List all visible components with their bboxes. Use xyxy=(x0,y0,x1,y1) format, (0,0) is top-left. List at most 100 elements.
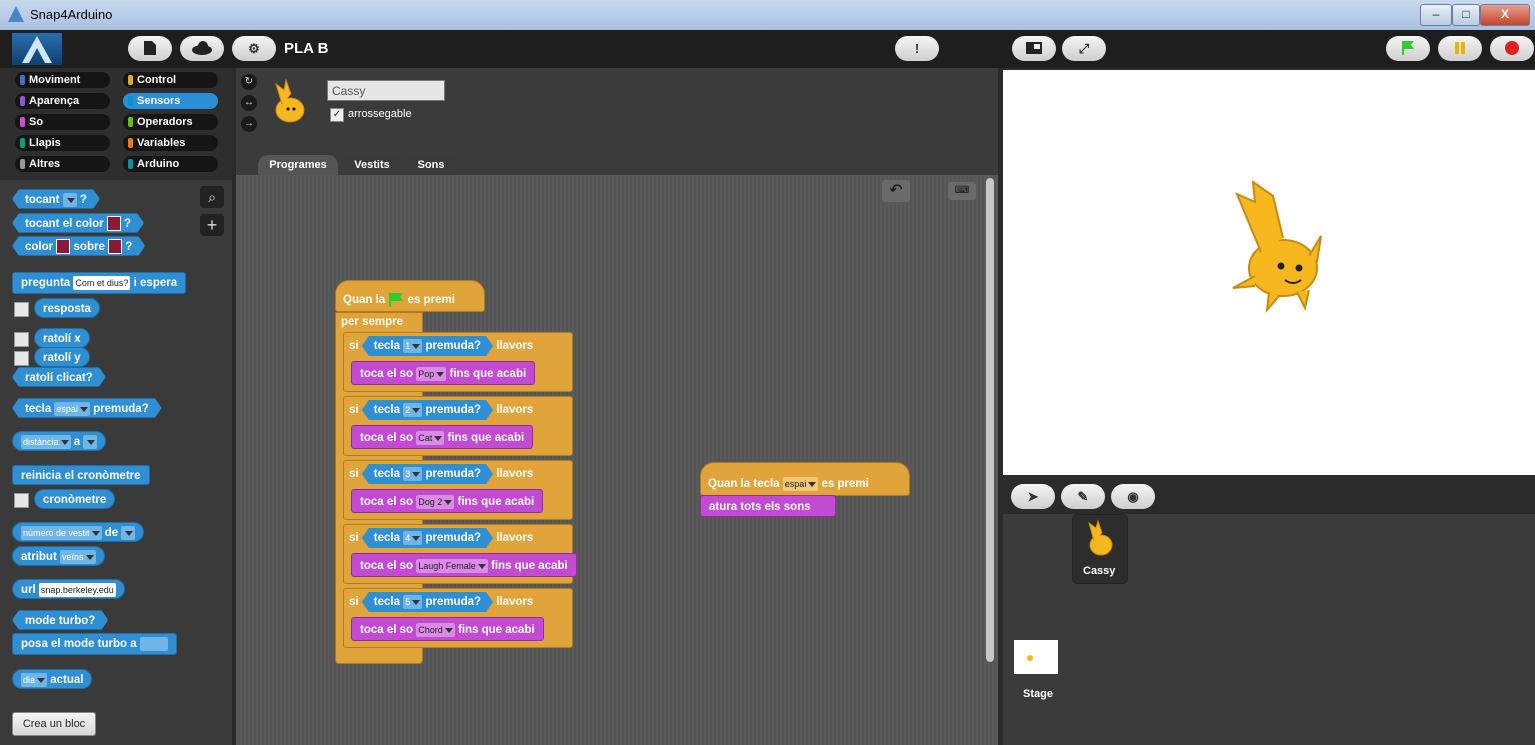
add-icon[interactable]: + xyxy=(200,214,224,236)
mouse-y-checkbox[interactable] xyxy=(14,351,29,366)
stage[interactable] xyxy=(1003,70,1535,475)
category-altres[interactable]: Altres xyxy=(15,156,110,172)
minimize-button[interactable]: – xyxy=(1420,4,1452,26)
category-llapis[interactable]: Llapis xyxy=(15,135,110,151)
presentation-mode-button[interactable]: ⤢ xyxy=(1062,36,1106,61)
key-pressed-predicate[interactable]: tecla 4 premuda? xyxy=(362,528,493,548)
target-dropdown[interactable] xyxy=(83,434,98,449)
play-sound-until-done-block[interactable]: toca el so Laugh Female fins que acabi xyxy=(351,553,577,577)
block-turbo-mode[interactable]: mode turbo? xyxy=(12,610,108,630)
key-pressed-predicate[interactable]: tecla 1 premuda? xyxy=(362,336,493,356)
add-turtle-sprite-button[interactable]: ➤ xyxy=(1011,484,1055,509)
key-dropdown[interactable]: 3 xyxy=(403,467,422,481)
block-set-turbo[interactable]: posa el mode turbo a xyxy=(12,633,177,655)
sound-dropdown[interactable]: Chord xyxy=(416,622,455,637)
color-slot[interactable] xyxy=(56,239,70,254)
block-timer[interactable]: cronòmetre xyxy=(34,489,116,509)
block-touching[interactable]: tocant ? xyxy=(12,189,100,209)
object-dropdown[interactable] xyxy=(121,525,136,540)
category-sensors[interactable]: Sensors xyxy=(123,93,218,109)
close-button[interactable]: X xyxy=(1480,4,1530,26)
block-touching-color[interactable]: tocant el color ? xyxy=(12,213,144,233)
block-ask-and-wait[interactable]: pregunta Com et dius? i espera xyxy=(12,272,187,294)
key-dropdown[interactable]: 2 xyxy=(403,403,422,417)
attribute-dropdown[interactable]: número de vestit xyxy=(21,525,102,540)
keyboard-icon[interactable]: ⌨ xyxy=(948,182,976,200)
block-reset-timer[interactable]: reinicia el cronòmetre xyxy=(12,465,150,485)
key-pressed-predicate[interactable]: tecla 3 premuda? xyxy=(362,464,493,484)
category-so[interactable]: So xyxy=(15,114,110,130)
rotate-left-right-icon[interactable]: ↔ xyxy=(241,95,257,111)
boolean-slot[interactable] xyxy=(139,636,168,651)
tab-vestits[interactable]: Vestits xyxy=(342,155,402,175)
block-mouse-x[interactable]: ratolí x xyxy=(34,328,90,348)
sound-dropdown[interactable]: Pop xyxy=(416,366,447,381)
sound-dropdown[interactable]: Laugh Female xyxy=(416,558,488,573)
play-sound-until-done-block[interactable]: toca el so Chord fins que acabi xyxy=(351,617,544,641)
key-dropdown[interactable]: espai xyxy=(54,402,90,416)
ask-input[interactable]: Com et dius? xyxy=(73,275,131,290)
block-url[interactable]: url snap.berkeley.edu xyxy=(12,579,125,599)
block-mouse-y[interactable]: ratolí y xyxy=(34,347,90,367)
block-answer[interactable]: resposta xyxy=(34,298,100,318)
green-flag-button[interactable] xyxy=(1386,36,1430,61)
block-costume-number-of[interactable]: número de vestit de xyxy=(12,522,145,542)
play-sound-until-done-block[interactable]: toca el so Dog 2 fins que acabi xyxy=(351,489,544,513)
category-moviment[interactable]: Moviment xyxy=(15,72,110,88)
maximize-button[interactable]: □ xyxy=(1452,4,1480,26)
play-sound-until-done-block[interactable]: toca el so Cat fins que acabi xyxy=(351,425,534,449)
category-operadors[interactable]: Operadors xyxy=(123,114,218,130)
hat-green-flag[interactable]: Quan la es premi xyxy=(335,280,485,312)
sound-dropdown[interactable]: Dog 2 xyxy=(416,494,455,509)
block-attribute[interactable]: atribut veïns xyxy=(12,546,105,566)
no-rotate-icon[interactable]: → xyxy=(241,116,257,132)
undo-icon[interactable]: ↶ xyxy=(882,180,910,202)
color-slot[interactable] xyxy=(108,239,122,254)
scrollbar[interactable] xyxy=(986,178,994,662)
settings-gear-icon[interactable]: ⚙ xyxy=(232,36,276,61)
timer-checkbox[interactable] xyxy=(14,493,29,508)
block-distance[interactable]: distància a xyxy=(12,431,107,451)
tab-sons[interactable]: Sons xyxy=(404,155,458,175)
play-sound-until-done-block[interactable]: toca el so Pop fins que acabi xyxy=(351,361,536,385)
sound-dropdown[interactable]: Cat xyxy=(416,430,445,445)
rotate-any-icon[interactable]: ↻ xyxy=(241,74,257,90)
dropdown-slot[interactable] xyxy=(63,193,77,207)
stop-all-sounds-block[interactable]: atura tots els sons xyxy=(700,495,836,517)
key-dropdown[interactable]: 1 xyxy=(403,339,422,353)
block-key-pressed[interactable]: tecla espai premuda? xyxy=(12,398,162,418)
answer-checkbox[interactable] xyxy=(14,302,29,317)
key-pressed-predicate[interactable]: tecla 5 premuda? xyxy=(362,592,493,612)
pause-button[interactable] xyxy=(1438,36,1482,61)
draggable-checkbox[interactable]: ✓ xyxy=(330,108,344,122)
tab-programes[interactable]: Programes xyxy=(258,155,338,175)
key-dropdown[interactable]: espai xyxy=(782,477,819,491)
key-pressed-predicate[interactable]: tecla 2 premuda? xyxy=(362,400,493,420)
category-arduino[interactable]: Arduino xyxy=(123,156,218,172)
mouse-x-checkbox[interactable] xyxy=(14,332,29,347)
stage-size-button[interactable] xyxy=(1012,36,1056,61)
hat-key-pressed[interactable]: Quan la tecla espai es premi xyxy=(700,462,910,496)
snap-logo-icon[interactable] xyxy=(12,33,62,65)
category-aparenca[interactable]: Aparença xyxy=(15,93,110,109)
stop-button[interactable] xyxy=(1490,36,1534,61)
key-dropdown[interactable]: 5 xyxy=(403,595,422,609)
attribute-dropdown[interactable]: veïns xyxy=(59,549,96,564)
stage-thumbnail[interactable] xyxy=(1014,640,1058,674)
date-dropdown[interactable]: dia xyxy=(21,672,48,687)
cassy-sprite-icon[interactable] xyxy=(1225,176,1335,316)
block-current-day[interactable]: dia actual xyxy=(12,669,93,689)
category-control[interactable]: Control xyxy=(123,72,218,88)
search-icon[interactable]: ⌕ xyxy=(200,186,224,208)
file-menu-button[interactable] xyxy=(128,36,172,61)
distance-dropdown[interactable]: distància xyxy=(21,434,71,449)
warning-button[interactable]: ! xyxy=(895,36,939,61)
sprite-thumbnail-cassy[interactable]: Cassy xyxy=(1072,514,1128,584)
category-variables[interactable]: Variables xyxy=(123,135,218,151)
url-input[interactable]: snap.berkeley.edu xyxy=(38,582,116,597)
color-slot[interactable] xyxy=(107,216,121,231)
make-block-button[interactable]: Crea un bloc xyxy=(12,712,96,736)
camera-icon[interactable]: ◉ xyxy=(1111,484,1155,509)
key-dropdown[interactable]: 4 xyxy=(403,531,422,545)
block-mouse-down[interactable]: ratolí clicat? xyxy=(12,367,106,387)
